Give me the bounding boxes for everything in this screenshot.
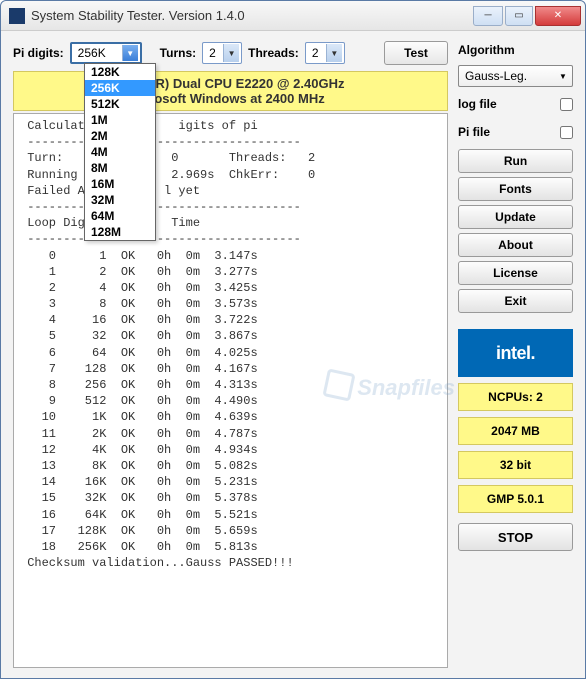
left-column: Pi digits: 256K ▼ Turns: 2 ▼ Threads: 2 …: [13, 41, 448, 668]
chevron-down-icon: ▼: [122, 45, 138, 61]
app-icon: [9, 8, 25, 24]
pi-digits-label: Pi digits:: [13, 46, 64, 60]
pi-option-4M[interactable]: 4M: [85, 144, 155, 160]
titlebar: System Stability Tester. Version 1.4.0 ─…: [1, 1, 585, 31]
pi-option-128K[interactable]: 128K: [85, 64, 155, 80]
chevron-down-icon: ▼: [556, 67, 570, 85]
algorithm-combo[interactable]: Gauss-Leg. ▼: [458, 65, 573, 87]
ncpus-badge: NCPUs: 2: [458, 383, 573, 411]
algorithm-label: Algorithm: [458, 41, 573, 59]
pifile-row: Pi file: [458, 121, 573, 143]
chevron-down-icon: ▼: [326, 44, 342, 62]
memory-badge: 2047 MB: [458, 417, 573, 445]
app-window: System Stability Tester. Version 1.4.0 ─…: [0, 0, 586, 679]
window-controls: ─ ▭ ✕: [471, 6, 581, 26]
maximize-button[interactable]: ▭: [505, 6, 533, 26]
pi-option-128M[interactable]: 128M: [85, 224, 155, 240]
threads-label: Threads:: [248, 46, 299, 60]
output-console: Calculating igits of pi ----------------…: [13, 113, 448, 668]
content-area: Pi digits: 256K ▼ Turns: 2 ▼ Threads: 2 …: [1, 31, 585, 678]
exit-button[interactable]: Exit: [458, 289, 573, 313]
window-title: System Stability Tester. Version 1.4.0: [31, 8, 471, 23]
pi-option-1M[interactable]: 1M: [85, 112, 155, 128]
update-button[interactable]: Update: [458, 205, 573, 229]
logfile-row: log file: [458, 93, 573, 115]
minimize-button[interactable]: ─: [473, 6, 503, 26]
pi-option-512K[interactable]: 512K: [85, 96, 155, 112]
fonts-button[interactable]: Fonts: [458, 177, 573, 201]
stop-button[interactable]: STOP: [458, 523, 573, 551]
threads-combo[interactable]: 2 ▼: [305, 42, 345, 64]
right-column: Algorithm Gauss-Leg. ▼ log file Pi file …: [458, 41, 573, 668]
chevron-down-icon: ▼: [223, 44, 239, 62]
turns-label: Turns:: [160, 46, 196, 60]
logfile-checkbox[interactable]: [560, 98, 573, 111]
about-button[interactable]: About: [458, 233, 573, 257]
parameter-row: Pi digits: 256K ▼ Turns: 2 ▼ Threads: 2 …: [13, 41, 448, 65]
pifile-checkbox[interactable]: [560, 126, 573, 139]
gmp-badge: GMP 5.0.1: [458, 485, 573, 513]
test-button[interactable]: Test: [384, 41, 448, 65]
arch-badge: 32 bit: [458, 451, 573, 479]
turns-value: 2: [209, 46, 216, 60]
close-button[interactable]: ✕: [535, 6, 581, 26]
license-button[interactable]: License: [458, 261, 573, 285]
pi-option-64M[interactable]: 64M: [85, 208, 155, 224]
pi-option-2M[interactable]: 2M: [85, 128, 155, 144]
cpu-banner: Intel( (R) Dual CPU E2220 @ 2.40GHz R ro…: [13, 71, 448, 111]
pi-option-256K[interactable]: 256K: [85, 80, 155, 96]
turns-combo[interactable]: 2 ▼: [202, 42, 242, 64]
threads-value: 2: [312, 46, 319, 60]
pifile-label: Pi file: [458, 123, 490, 141]
algorithm-value: Gauss-Leg.: [465, 69, 527, 83]
pi-option-32M[interactable]: 32M: [85, 192, 155, 208]
intel-logo: intel: [458, 329, 573, 377]
pi-digits-value: 256K: [78, 46, 106, 60]
pi-option-16M[interactable]: 16M: [85, 176, 155, 192]
pi-option-8M[interactable]: 8M: [85, 160, 155, 176]
pi-digits-dropdown[interactable]: 128K256K512K1M2M4M8M16M32M64M128M: [84, 63, 156, 241]
logfile-label: log file: [458, 95, 497, 113]
pi-digits-combo[interactable]: 256K ▼: [70, 42, 142, 64]
run-button[interactable]: Run: [458, 149, 573, 173]
